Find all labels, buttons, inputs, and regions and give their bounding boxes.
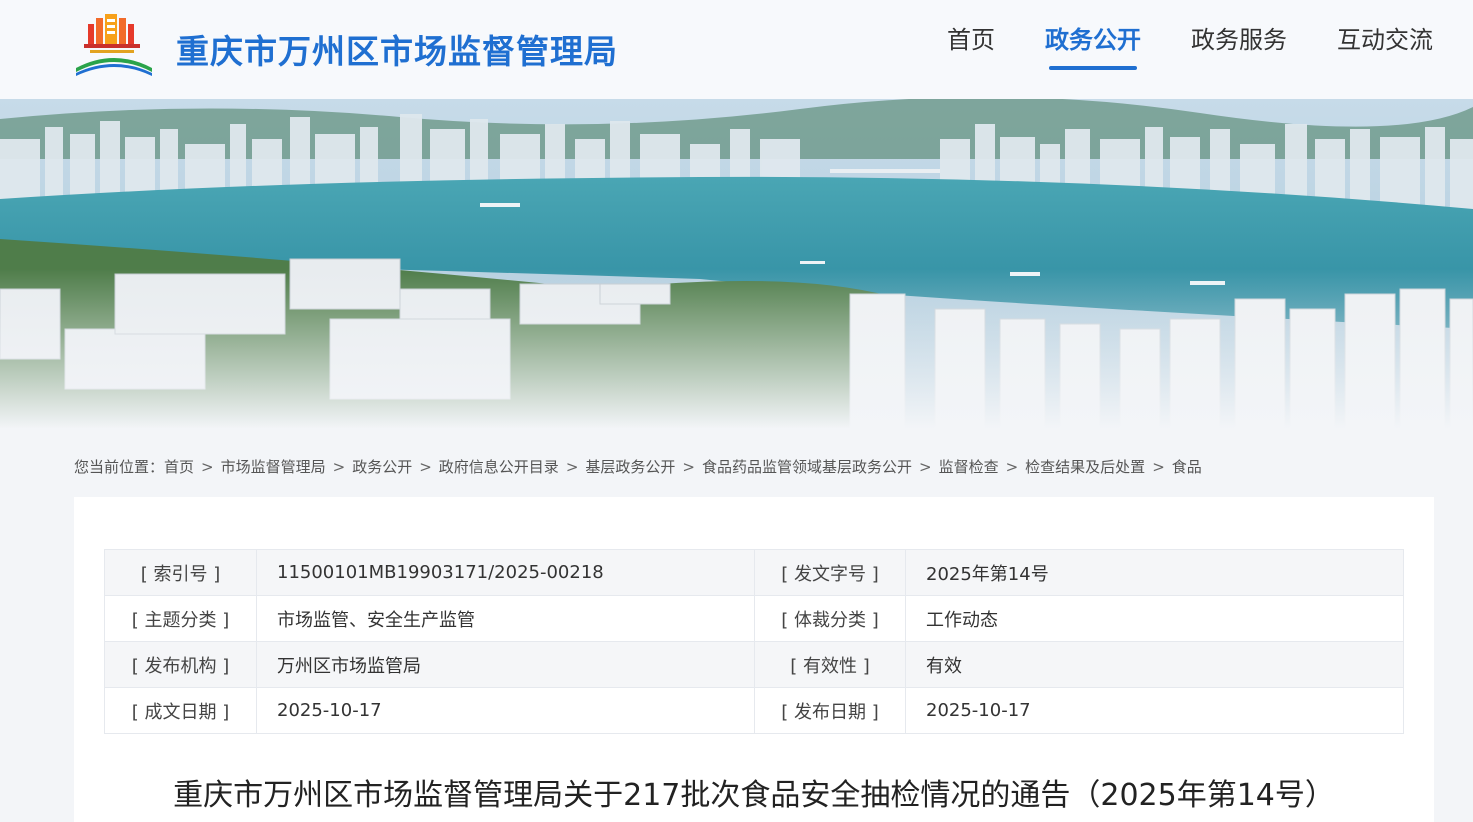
breadcrumb-inspection[interactable]: 监督检查: [939, 456, 999, 477]
article-panel: [ 索引号 ] 11500101MB19903171/2025-00218 [ …: [74, 497, 1434, 822]
site-header: 重庆市万州区市场监督管理局 首页 政务公开 政务服务 互动交流: [0, 0, 1473, 99]
genre-label: [ 体裁分类 ]: [754, 595, 906, 642]
city-river-banner: [0, 99, 1473, 429]
breadcrumb-separator: >: [1152, 457, 1165, 476]
topic-label: [ 主题分类 ]: [104, 595, 257, 642]
breadcrumb-separator: >: [1005, 457, 1019, 476]
breadcrumb-prefix: 您当前位置：: [74, 458, 165, 476]
site-title[interactable]: 重庆市万州区市场监督管理局: [176, 25, 618, 73]
document-title: 重庆市万州区市场监督管理局关于217批次食品安全抽检情况的通告（2025年第14…: [173, 778, 1335, 813]
breadcrumb: 您当前位置： 首页 > 市场监督管理局 > 政务公开 > 政府信息公开目录 > …: [74, 456, 1202, 477]
nav-government-services[interactable]: 政务服务: [1191, 22, 1287, 70]
breadcrumb-separator: >: [332, 457, 346, 476]
document-number-value: 2025年第14号: [905, 549, 1404, 596]
breadcrumb-food[interactable]: 食品: [1172, 456, 1202, 477]
topic-value: 市场监管、安全生产监管: [256, 595, 755, 642]
nav-interaction[interactable]: 互动交流: [1337, 22, 1433, 70]
table-row: [ 成文日期 ] 2025-10-17 [ 发布日期 ] 2025-10-17: [104, 687, 1404, 734]
municipal-building-emblem-icon[interactable]: [74, 14, 154, 76]
city-skyline-image: [0, 99, 1473, 429]
breadcrumb-food-drug-supervision[interactable]: 食品药品监管领域基层政务公开: [702, 456, 912, 477]
document-number-label: [ 发文字号 ]: [754, 549, 906, 596]
created-date-value: 2025-10-17: [256, 687, 755, 734]
validity-value: 有效: [905, 641, 1404, 688]
breadcrumb-grassroots-disclosure[interactable]: 基层政务公开: [585, 456, 675, 477]
publisher-value: 万州区市场监管局: [256, 641, 755, 688]
breadcrumb-separator: >: [201, 457, 214, 476]
breadcrumb-separator: >: [682, 457, 695, 476]
created-date-label: [ 成文日期 ]: [104, 687, 257, 734]
table-row: [ 主题分类 ] 市场监管、安全生产监管 [ 体裁分类 ] 工作动态: [104, 595, 1404, 642]
main-nav: 首页 政务公开 政务服务 互动交流: [897, 22, 1433, 70]
table-row: [ 索引号 ] 11500101MB19903171/2025-00218 [ …: [104, 549, 1404, 596]
breadcrumb-bureau[interactable]: 市场监督管理局: [221, 456, 326, 477]
breadcrumb-inspection-results[interactable]: 检查结果及后处置: [1025, 456, 1145, 477]
index-number-label: [ 索引号 ]: [104, 549, 257, 596]
breadcrumb-separator: >: [419, 457, 432, 476]
nav-home[interactable]: 首页: [947, 22, 995, 70]
nav-government-affairs-disclosure[interactable]: 政务公开: [1045, 22, 1141, 70]
published-date-value: 2025-10-17: [905, 687, 1404, 734]
index-number-value: 11500101MB19903171/2025-00218: [256, 549, 755, 596]
breadcrumb-home[interactable]: 首页: [164, 456, 194, 477]
document-metadata-table: [ 索引号 ] 11500101MB19903171/2025-00218 [ …: [104, 549, 1404, 734]
genre-value: 工作动态: [905, 595, 1404, 642]
breadcrumb-government-affairs-disclosure[interactable]: 政务公开: [352, 456, 412, 477]
breadcrumb-separator: >: [919, 457, 932, 476]
validity-label: [ 有效性 ]: [754, 641, 906, 688]
breadcrumb-separator: >: [565, 457, 579, 476]
table-row: [ 发布机构 ] 万州区市场监管局 [ 有效性 ] 有效: [104, 641, 1404, 688]
published-date-label: [ 发布日期 ]: [754, 687, 906, 734]
publisher-label: [ 发布机构 ]: [104, 641, 257, 688]
breadcrumb-info-catalog[interactable]: 政府信息公开目录: [439, 456, 559, 477]
